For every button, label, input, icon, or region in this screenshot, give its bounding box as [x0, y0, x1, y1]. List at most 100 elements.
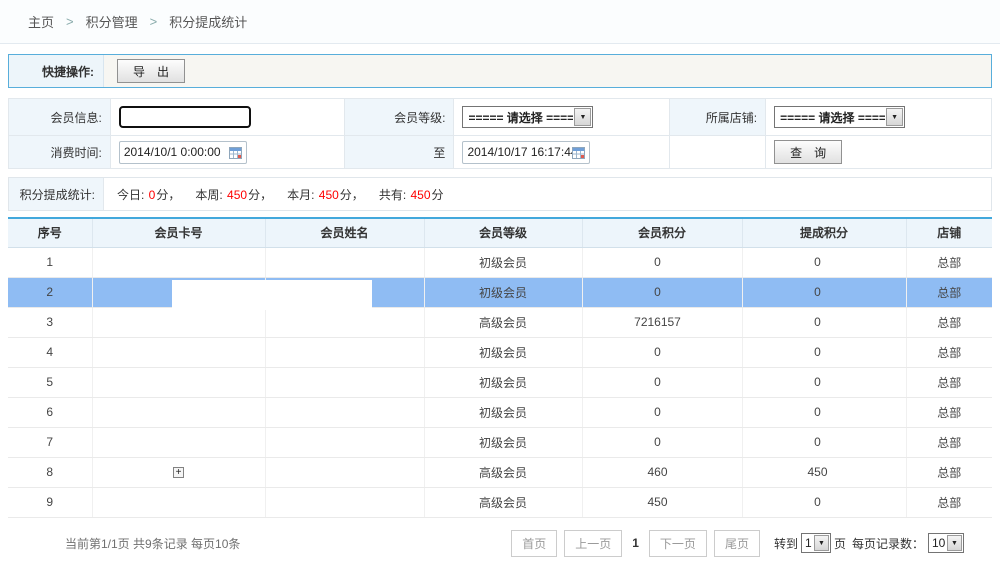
cell-member-name — [265, 337, 424, 367]
table-row[interactable]: 2初级会员00总部 — [8, 277, 992, 307]
footer-bar: 当前第1/1页 共9条记录 每页10条 首页 上一页 1 下一页 尾页 转到 1… — [8, 530, 992, 557]
time-to-field — [462, 141, 590, 164]
table-body: 1初级会员00总部2初级会员00总部3高级会员72161570总部4初级会员00… — [8, 247, 992, 517]
goto-page-value: 1 — [802, 536, 813, 550]
search-button[interactable]: 查 询 — [774, 140, 842, 164]
member-info-input[interactable] — [119, 106, 251, 128]
store-label: 所属店铺: — [670, 99, 766, 136]
quick-actions-bar: 快捷操作: 导 出 — [8, 54, 992, 88]
cell-member-name — [265, 487, 424, 517]
filter-form: 会员信息: 会员等级: ===== 请选择 ===== ▼ 所属店铺: ====… — [8, 98, 992, 169]
prev-page-button[interactable]: 上一页 — [564, 530, 622, 557]
goto-label: 转到 — [774, 535, 798, 552]
stat-item: 本周: 450分， — [195, 186, 272, 203]
table-row[interactable]: 9高级会员4500总部 — [8, 487, 992, 517]
cell-member-name — [265, 427, 424, 457]
column-header: 会员等级 — [424, 218, 582, 247]
time-from-field — [119, 141, 247, 164]
cell-member-level: 初级会员 — [424, 367, 582, 397]
calendar-icon[interactable] — [229, 146, 242, 159]
expand-icon[interactable]: + — [173, 467, 184, 478]
goto-page-select[interactable]: 1 ▼ — [801, 533, 831, 553]
cell-member-points: 460 — [582, 457, 742, 487]
stats-bar: 积分提成统计: 今日: 0分，本周: 450分，本月: 450分，共有: 450… — [8, 177, 992, 211]
cell-card-number — [92, 367, 265, 397]
chevron-down-icon[interactable]: ▼ — [947, 535, 962, 551]
stat-suffix: 分， — [340, 188, 364, 202]
cell-member-points: 7216157 — [582, 307, 742, 337]
cell-index: 8 — [8, 457, 92, 487]
cell-member-points: 0 — [582, 277, 742, 307]
cell-index: 6 — [8, 397, 92, 427]
column-header: 提成积分 — [742, 218, 906, 247]
per-page-select[interactable]: 10 ▼ — [928, 533, 964, 553]
table-row[interactable]: 1初级会员00总部 — [8, 247, 992, 277]
stats-label: 积分提成统计: — [9, 178, 104, 210]
member-level-label: 会员等级: — [344, 99, 454, 136]
current-page-number: 1 — [632, 536, 639, 550]
stat-name: 本周: — [195, 188, 226, 202]
table-row[interactable]: 6初级会员00总部 — [8, 397, 992, 427]
quick-actions-label: 快捷操作: — [9, 55, 104, 87]
column-header: 会员卡号 — [92, 218, 265, 247]
cell-member-level: 高级会员 — [424, 457, 582, 487]
table-row[interactable]: 8+高级会员460450总部 — [8, 457, 992, 487]
cell-member-points: 0 — [582, 247, 742, 277]
cell-member-level: 初级会员 — [424, 397, 582, 427]
cell-store: 总部 — [906, 367, 992, 397]
cell-index: 9 — [8, 487, 92, 517]
cell-card-number — [92, 427, 265, 457]
export-button[interactable]: 导 出 — [117, 59, 185, 83]
chevron-down-icon[interactable]: ▼ — [886, 108, 903, 126]
stat-value: 450 — [409, 188, 431, 202]
stat-value: 450 — [318, 188, 340, 202]
cell-commission-points: 0 — [742, 337, 906, 367]
cell-member-name — [265, 307, 424, 337]
stat-name: 本月: — [287, 188, 318, 202]
stat-item: 今日: 0分， — [117, 186, 180, 203]
table-row[interactable]: 5初级会员00总部 — [8, 367, 992, 397]
time-from-input[interactable] — [124, 145, 229, 159]
cell-member-level: 高级会员 — [424, 487, 582, 517]
stat-name: 今日: — [117, 188, 148, 202]
time-to-input[interactable] — [467, 145, 572, 159]
column-header: 店铺 — [906, 218, 992, 247]
store-select[interactable]: ===== 请选择 ===== ▼ — [774, 106, 905, 128]
breadcrumb-item[interactable]: 积分管理 — [86, 12, 138, 31]
cell-store: 总部 — [906, 457, 992, 487]
cell-index: 3 — [8, 307, 92, 337]
breadcrumb-separator: > — [66, 14, 74, 29]
table-row[interactable]: 7初级会员00总部 — [8, 427, 992, 457]
calendar-icon[interactable] — [572, 146, 585, 159]
next-page-button[interactable]: 下一页 — [649, 530, 707, 557]
results-table: 序号会员卡号会员姓名会员等级会员积分提成积分店铺 1初级会员00总部2初级会员0… — [8, 217, 992, 518]
cell-commission-points: 0 — [742, 397, 906, 427]
cell-card-number — [92, 307, 265, 337]
member-level-select[interactable]: ===== 请选择 ===== ▼ — [462, 106, 593, 128]
cell-card-number — [92, 397, 265, 427]
stat-item: 本月: 450分， — [287, 186, 364, 203]
cell-index: 7 — [8, 427, 92, 457]
table-row[interactable]: 4初级会员00总部 — [8, 337, 992, 367]
cell-store: 总部 — [906, 397, 992, 427]
cell-index: 2 — [8, 277, 92, 307]
member-level-selected-value: ===== 请选择 ===== — [463, 109, 573, 126]
chevron-down-icon[interactable]: ▼ — [574, 108, 591, 126]
cell-commission-points: 0 — [742, 367, 906, 397]
stat-name: 共有: — [379, 188, 410, 202]
chevron-down-icon[interactable]: ▼ — [814, 535, 829, 551]
cell-member-name — [265, 397, 424, 427]
table-row[interactable]: 3高级会员72161570总部 — [8, 307, 992, 337]
stat-item: 共有: 450分 — [379, 186, 444, 203]
store-selected-value: ===== 请选择 ===== — [775, 109, 885, 126]
cell-commission-points: 0 — [742, 247, 906, 277]
first-page-button[interactable]: 首页 — [511, 530, 557, 557]
breadcrumb-item[interactable]: 主页 — [28, 12, 54, 31]
per-page-value: 10 — [929, 536, 946, 550]
cell-store: 总部 — [906, 337, 992, 367]
cell-card-number: + — [92, 457, 265, 487]
pagination: 首页 上一页 1 下一页 尾页 转到 1 ▼ 页 每页记录数： 10 ▼ — [504, 530, 964, 557]
cell-commission-points: 0 — [742, 277, 906, 307]
last-page-button[interactable]: 尾页 — [714, 530, 760, 557]
cell-member-name — [265, 367, 424, 397]
